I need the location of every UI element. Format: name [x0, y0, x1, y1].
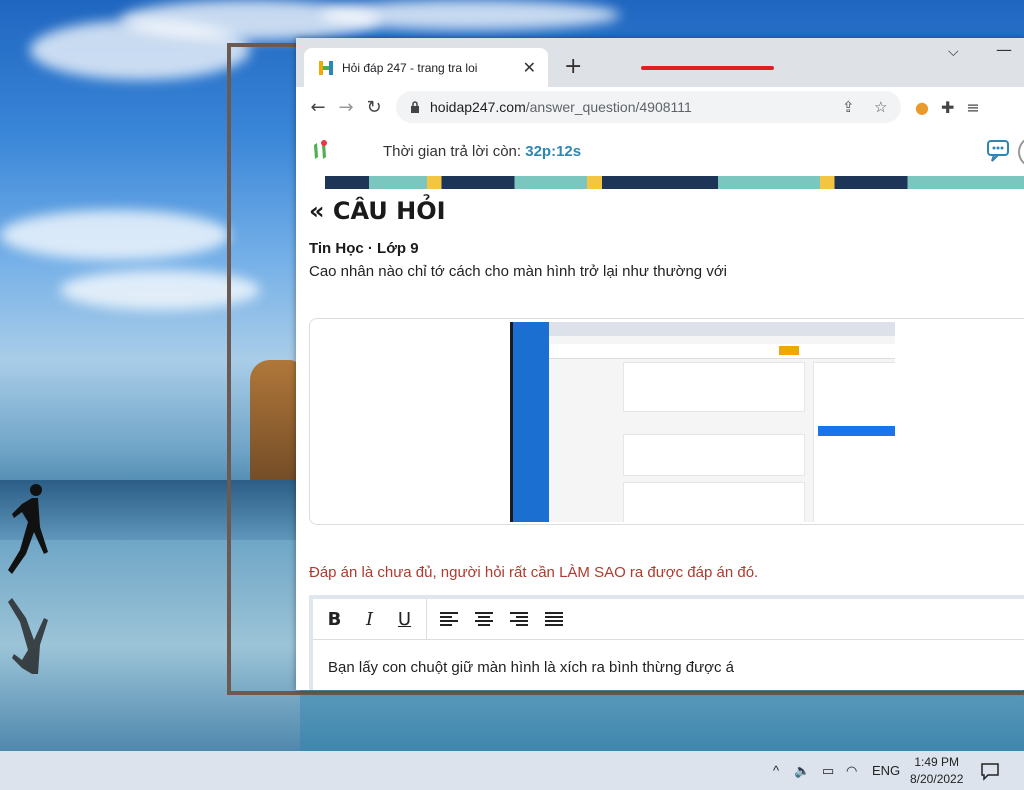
align-center-icon[interactable] [466, 611, 501, 627]
clock-time: 1:49 PM [914, 755, 960, 769]
minimize-button[interactable]: — [996, 40, 1012, 59]
notification-center-icon[interactable] [980, 761, 1000, 781]
tab-hoidap247[interactable]: Hỏi đáp 247 - trang tra loi ✕ [304, 48, 548, 87]
site-logo-icon[interactable] [312, 139, 328, 161]
reading-list-icon[interactable]: ≡ [966, 98, 979, 117]
decorative-banner [296, 176, 1024, 189]
browser-window: Hỏi đáp 247 - trang tra loi ✕ + ⌵ — ← → … [296, 38, 1024, 690]
extension-avatar-icon[interactable]: ● [915, 98, 929, 117]
tab-search-chevron-icon[interactable]: ⌵ [948, 44, 959, 60]
timer-value: 32p:12s [525, 143, 582, 160]
battery-icon[interactable]: ▭ [822, 763, 834, 779]
wifi-icon[interactable]: ◠ [846, 763, 857, 779]
url-domain: hoidap247.com [430, 99, 526, 115]
system-clock[interactable]: 1:49 PM 8/20/2022 [910, 754, 963, 788]
italic-button[interactable]: I [352, 609, 387, 630]
question-image-card [309, 318, 1024, 525]
align-right-icon[interactable] [501, 611, 536, 627]
tab-strip: Hỏi đáp 247 - trang tra loi ✕ + ⌵ — [296, 38, 1024, 87]
new-tab-button[interactable]: + [564, 56, 582, 78]
url-path: /answer_question/4908111 [525, 99, 692, 115]
align-left-icon[interactable] [431, 611, 466, 627]
volume-icon[interactable]: 🔈 [794, 763, 810, 779]
address-bar[interactable]: hoidap247.com/answer_question/4908111 ⇪ … [396, 91, 901, 123]
show-hidden-icons-chevron[interactable]: ^ [773, 763, 779, 778]
chat-icon[interactable] [986, 139, 1012, 163]
question-text: Cao nhân nào chỉ tớ cách cho màn hình tr… [309, 263, 727, 280]
tab-close-icon[interactable]: ✕ [523, 58, 536, 77]
runner-silhouette [8, 484, 48, 574]
bold-button[interactable]: B [317, 609, 352, 630]
back-button[interactable]: ← [304, 97, 332, 118]
align-justify-icon[interactable] [536, 611, 571, 627]
url-text: hoidap247.com/answer_question/4908111 [430, 99, 692, 115]
forward-button[interactable]: → [332, 97, 360, 118]
red-annotation-line [641, 66, 774, 70]
taskbar: ^ 🔈 ▭ ◠ ENG 1:49 PM 8/20/2022 [0, 751, 1024, 790]
answer-timer: Thời gian trả lời còn: 32p:12s [383, 143, 581, 160]
tab-title: Hỏi đáp 247 - trang tra loi [342, 60, 478, 75]
lock-icon [411, 101, 419, 113]
question-screenshot-image[interactable] [510, 322, 895, 522]
runner-reflection [8, 598, 48, 674]
user-avatar[interactable] [1018, 137, 1024, 167]
bookmark-star-icon[interactable]: ☆ [874, 98, 887, 116]
extensions-puzzle-icon[interactable]: ✚ [941, 98, 954, 117]
share-icon[interactable]: ⇪ [842, 98, 855, 116]
clock-date: 8/20/2022 [910, 772, 964, 786]
answer-editor[interactable]: B I U Bạn lấy con chuột giữ màn hình là … [309, 595, 1024, 690]
site-header: Thời gian trả lời còn: 32p:12s [296, 127, 1024, 176]
browser-toolbar: ← → ↻ hoidap247.com/answer_question/4908… [296, 87, 1024, 128]
question-subject: Tin Học · Lớp 9 [309, 240, 419, 257]
language-indicator[interactable]: ENG [872, 763, 900, 778]
underline-button[interactable]: U [387, 609, 422, 630]
editor-toolbar: B I U [313, 599, 1024, 640]
timer-label: Thời gian trả lời còn: [383, 143, 526, 160]
reload-button[interactable]: ↻ [360, 97, 388, 118]
question-heading[interactable]: « CÂU HỎI [309, 197, 446, 225]
page-content: Thời gian trả lời còn: 32p:12s « CÂU HỎI… [296, 127, 1024, 690]
hoidap-favicon-icon [319, 60, 333, 75]
editor-content[interactable]: Bạn lấy con chuột giữ màn hình là xích r… [328, 659, 734, 676]
answer-requirement-notice: Đáp án là chưa đủ, người hỏi rất cần LÀM… [309, 564, 759, 581]
